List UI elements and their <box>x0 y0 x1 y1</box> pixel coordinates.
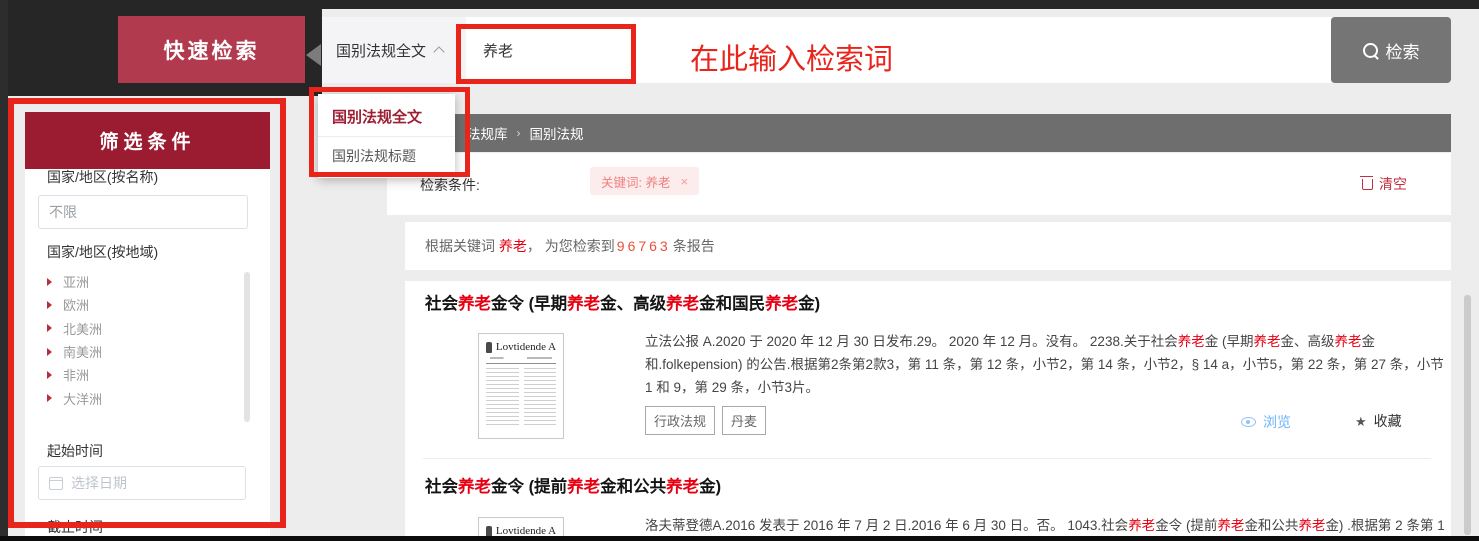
view-link-label: 浏览 <box>1263 412 1291 432</box>
country-by-name-input[interactable] <box>38 195 248 229</box>
breadcrumb-current: 国别法规 <box>530 123 584 143</box>
result-description: 洛夫蒂登德A.2016 发表于 2016 年 7 月 2 日.2016 年 6 … <box>645 514 1451 536</box>
scope-option-title[interactable]: 国别法规标题 <box>318 137 455 178</box>
scope-trigger-label: 国别法规全文 <box>336 40 426 61</box>
region-list: 亚洲 欧洲 北美洲 南美洲 非洲 大洋洲 <box>47 270 247 410</box>
keyword-tag-label: 关键词: 养老 <box>601 172 670 191</box>
clear-button-label: 清空 <box>1379 174 1407 194</box>
result-tag-country: 丹麦 <box>722 406 766 435</box>
scope-dropdown-trigger[interactable]: 国别法规全文 <box>322 17 466 83</box>
region-item-oceania[interactable]: 大洋洲 <box>47 386 247 409</box>
triangle-bullet-icon <box>47 301 52 309</box>
search-icon <box>1363 43 1378 58</box>
region-item-europe[interactable]: 欧洲 <box>47 293 247 316</box>
results-summary-text: 根据关键词 养老， 为您检索到96763条报告 <box>425 236 715 256</box>
triangle-bullet-icon <box>47 394 52 402</box>
triangle-bullet-icon <box>47 371 52 379</box>
result-divider <box>423 458 1431 459</box>
keyword-tag[interactable]: 关键词: 养老 × <box>590 167 699 195</box>
thumbnail-title: Lovtidende A <box>496 341 556 353</box>
bottom-black-bar <box>0 536 1479 541</box>
clear-button[interactable]: 清空 <box>1362 174 1407 194</box>
search-button-label: 检索 <box>1386 38 1420 63</box>
star-icon: ★ <box>1355 415 1367 428</box>
search-bar: 国别法规全文 <box>322 17 1331 83</box>
scope-dropdown-menu: 国别法规全文 国别法规标题 <box>318 94 455 178</box>
result-description: 立法公报 A.2020 于 2020 年 12 月 30 日发布.29。 202… <box>645 330 1451 399</box>
region-item-africa[interactable]: 非洲 <box>47 363 247 386</box>
crest-icon <box>486 526 492 537</box>
thumbnail-rule <box>486 363 556 364</box>
result-title[interactable]: 社会养老金令 (提前养老金和公共养老金) <box>425 473 721 497</box>
view-link[interactable]: 浏览 <box>1241 412 1291 432</box>
end-time-label: 截止时间 <box>47 517 103 537</box>
search-input[interactable] <box>466 17 1331 83</box>
start-date-picker[interactable]: 选择日期 <box>38 466 246 500</box>
favorite-link-label: 收藏 <box>1374 411 1402 431</box>
region-item-asia[interactable]: 亚洲 <box>47 270 247 293</box>
favorite-link[interactable]: ★ 收藏 <box>1355 411 1402 431</box>
result-title[interactable]: 社会养老金令 (早期养老金、高级养老金和国民养老金) <box>425 290 820 314</box>
results-summary: 根据关键词 养老， 为您检索到96763条报告 <box>405 222 1451 270</box>
arrow-left-icon <box>306 44 321 66</box>
thumbnail-text-lines <box>486 368 556 426</box>
country-by-region-label: 国家/地区(按地域) <box>47 242 158 262</box>
search-condition-bar: 检索条件: 关键词: 养老 × 清空 <box>387 153 1451 215</box>
quick-search-button[interactable]: 快速检索 <box>118 16 305 83</box>
search-button[interactable]: 检索 <box>1331 17 1451 83</box>
crest-icon <box>486 342 492 353</box>
scope-option-fulltext[interactable]: 国别法规全文 <box>318 94 455 137</box>
left-edge-strip <box>0 0 8 541</box>
filter-sidebar: 筛选条件 国家/地区(按名称) 国家/地区(按地域) 亚洲 欧洲 北美洲 南美洲… <box>25 112 270 536</box>
eye-icon <box>1241 417 1256 427</box>
start-time-label: 起始时间 <box>47 441 103 461</box>
thumbnail-subline <box>490 357 552 359</box>
triangle-bullet-icon <box>47 348 52 356</box>
trash-icon <box>1362 179 1373 190</box>
country-by-name-label: 国家/地区(按名称) <box>47 167 158 187</box>
breadcrumb-separator: › <box>517 126 521 140</box>
result-thumbnail[interactable]: Lovtidende A <box>478 517 564 536</box>
triangle-bullet-icon <box>47 324 52 332</box>
breadcrumb-root[interactable]: 法规库 <box>467 123 508 143</box>
result-tag-row: 行政法规 丹麦 <box>645 406 766 435</box>
calendar-icon <box>49 477 63 490</box>
thumbnail-title: Lovtidende A <box>496 525 556 536</box>
chevron-up-icon <box>433 46 444 57</box>
result-tag-type: 行政法规 <box>645 406 715 435</box>
breadcrumb: 法规库 › 国别法规 <box>387 114 1451 152</box>
page-scrollbar[interactable] <box>1464 295 1471 535</box>
triangle-bullet-icon <box>47 278 52 286</box>
region-item-north-america[interactable]: 北美洲 <box>47 317 247 340</box>
filter-sidebar-title: 筛选条件 <box>25 112 270 169</box>
result-thumbnail[interactable]: Lovtidende A <box>478 333 564 439</box>
search-condition-label: 检索条件: <box>420 175 480 195</box>
close-icon[interactable]: × <box>680 174 688 189</box>
results-panel: 社会养老金令 (早期养老金、高级养老金和国民养老金) Lovtidende A … <box>405 281 1451 536</box>
region-list-scrollbar[interactable] <box>244 272 250 422</box>
region-item-south-america[interactable]: 南美洲 <box>47 340 247 363</box>
date-placeholder: 选择日期 <box>71 473 127 493</box>
